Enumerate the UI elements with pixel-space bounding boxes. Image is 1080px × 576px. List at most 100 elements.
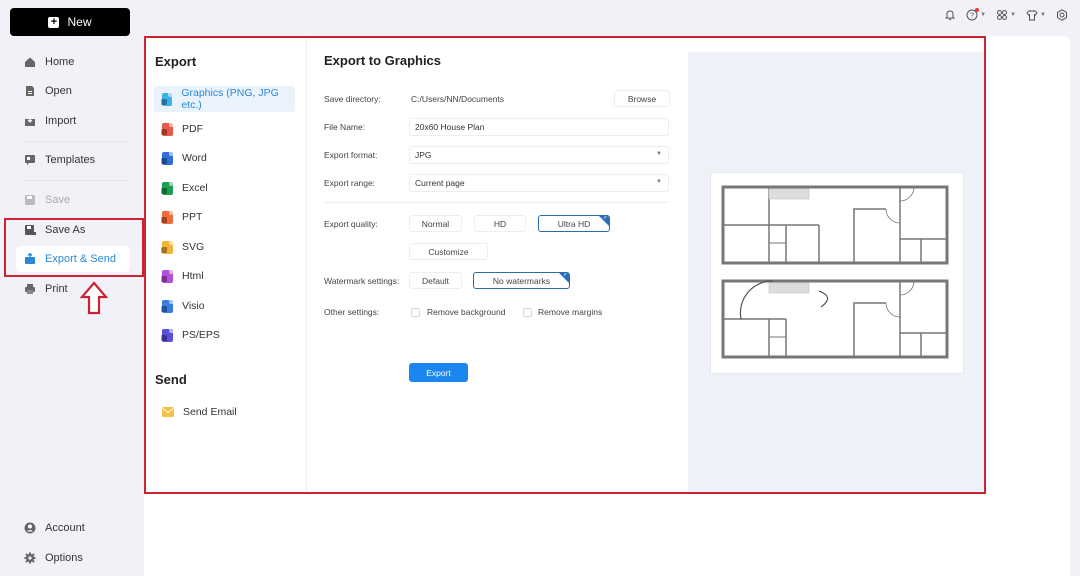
pdf-file-icon: [161, 122, 173, 136]
quality-hd-button[interactable]: HD: [474, 215, 526, 232]
templates-icon: [25, 155, 35, 165]
remove-background-checkbox[interactable]: [411, 308, 420, 317]
floor-plan-preview: [721, 185, 949, 359]
import-icon: [25, 116, 35, 126]
sidebar-item-import[interactable]: Import: [16, 108, 130, 134]
sidebar-divider: [22, 180, 128, 181]
export-quality-label: Export quality:: [324, 219, 378, 229]
export-item-label: SVG: [182, 241, 205, 253]
theme-shirt-icon: [1026, 9, 1038, 21]
remove-margins-checkbox[interactable]: [523, 308, 532, 317]
export-item-excel[interactable]: Excel: [154, 175, 295, 201]
html-file-icon: [161, 269, 173, 283]
chevron-down-icon: ▼: [1040, 12, 1046, 18]
watermark-option-label: No watermarks: [492, 275, 551, 286]
new-button-label: New: [67, 15, 92, 29]
chevron-down-icon: ▼: [980, 12, 987, 18]
export-item-pdf[interactable]: PDF: [154, 116, 295, 142]
ppt-file-icon: [161, 210, 173, 224]
svg-text:?: ?: [970, 13, 974, 20]
save-directory-value: C:/Users/NN/Documents: [411, 94, 505, 104]
file-name-input[interactable]: 20x60 House Plan: [409, 118, 669, 136]
export-range-label: Export range:: [324, 178, 376, 188]
save-as-icon: [25, 225, 36, 235]
annotation-up-arrow-icon: [80, 281, 108, 315]
settings-button[interactable]: [1056, 9, 1068, 21]
export-format-select[interactable]: JPG ▼: [409, 146, 669, 164]
export-item-label: Graphics (PNG, JPG etc.): [181, 87, 279, 111]
sidebar-item-label: Open: [45, 85, 72, 97]
export-item-label: Html: [182, 270, 204, 282]
export-item-ppt[interactable]: PPT: [154, 204, 295, 230]
account-icon: [24, 522, 36, 534]
export-icon: [25, 253, 35, 264]
sidebar-item-export-send[interactable]: Export & Send: [16, 246, 130, 272]
notifications-button[interactable]: [944, 9, 956, 21]
browse-button[interactable]: Browse: [614, 90, 670, 107]
export-item-label: Excel: [182, 182, 208, 194]
export-item-label: PPT: [182, 211, 203, 223]
export-item-label: Word: [182, 152, 207, 164]
quality-normal-button[interactable]: Normal: [409, 215, 462, 232]
watermark-default-button[interactable]: Default: [409, 272, 462, 289]
sidebar-item-print[interactable]: Print: [16, 276, 130, 302]
check-icon: ✓: [562, 272, 568, 278]
customize-button[interactable]: Customize: [409, 243, 488, 260]
export-item-label: PDF: [182, 123, 203, 135]
sidebar-item-label: Save As: [45, 224, 86, 236]
print-icon: [25, 284, 35, 294]
sidebar-item-label: Home: [45, 56, 75, 68]
sidebar-item-save[interactable]: Save: [16, 187, 130, 213]
watermark-none-button[interactable]: No watermarks ✓: [473, 272, 570, 289]
quality-ultra-hd-button[interactable]: Ultra HD ✓: [538, 215, 610, 232]
word-file-icon: [161, 151, 173, 165]
sidebar-item-label: Options: [45, 552, 83, 564]
sidebar-item-options[interactable]: Options: [16, 545, 130, 571]
sidebar-item-label: Import: [45, 115, 77, 127]
export-heading: Export: [155, 54, 197, 69]
send-heading: Send: [155, 372, 187, 387]
theme-button[interactable]: ▼: [1026, 9, 1046, 21]
sidebar-item-templates[interactable]: Templates: [16, 147, 130, 173]
export-settings-panel: Export to Graphics Save directory: C:/Us…: [307, 36, 688, 492]
divider: [324, 202, 669, 203]
export-item-graphics[interactable]: Graphics (PNG, JPG etc.): [154, 86, 295, 112]
export-item-ps-eps[interactable]: PS/EPS: [154, 322, 295, 348]
top-toolbar: ? ▼ ▼ ▼: [944, 8, 1068, 21]
export-item-word[interactable]: Word: [154, 145, 295, 171]
export-format-value: JPG: [415, 150, 432, 160]
plus-icon: +: [48, 16, 60, 28]
remove-background-label: Remove background: [427, 307, 506, 317]
export-item-visio[interactable]: Visio: [154, 293, 295, 319]
settings-icon: [1057, 9, 1067, 21]
new-button[interactable]: + New: [10, 8, 130, 36]
preview-image: [710, 172, 964, 374]
sidebar-item-home[interactable]: Home: [16, 49, 130, 75]
export-item-html[interactable]: Html: [154, 263, 295, 289]
export-item-label: Visio: [182, 300, 205, 312]
export-range-value: Current page: [415, 178, 465, 188]
sidebar-item-label: Print: [45, 283, 68, 295]
export-range-select[interactable]: Current page ▼: [409, 174, 669, 192]
sidebar-item-open[interactable]: Open: [16, 78, 130, 104]
sidebar-item-save-as[interactable]: Save As: [16, 217, 130, 243]
export-item-svg[interactable]: SVG: [154, 234, 295, 260]
email-icon: [162, 407, 174, 417]
export-card: Export Graphics (PNG, JPG etc.) PDF Word…: [144, 36, 1070, 576]
ps-eps-file-icon: [161, 328, 173, 342]
help-button[interactable]: ? ▼: [966, 8, 987, 21]
gear-icon: [24, 552, 36, 564]
send-item-label: Send Email: [183, 406, 237, 418]
sidebar-item-account[interactable]: Account: [16, 515, 130, 541]
other-settings-label: Other settings:: [324, 307, 380, 317]
panel-title: Export to Graphics: [324, 53, 442, 68]
quality-option-label: Normal: [421, 218, 450, 229]
apps-button[interactable]: ▼: [996, 9, 1016, 21]
check-icon: ✓: [602, 215, 608, 221]
sidebar-divider: [22, 141, 128, 142]
notification-dot: [975, 8, 980, 12]
export-button[interactable]: Export: [409, 363, 468, 382]
send-item-email[interactable]: Send Email: [154, 399, 295, 425]
graphics-file-icon: [161, 92, 173, 106]
bell-icon: [944, 10, 956, 21]
